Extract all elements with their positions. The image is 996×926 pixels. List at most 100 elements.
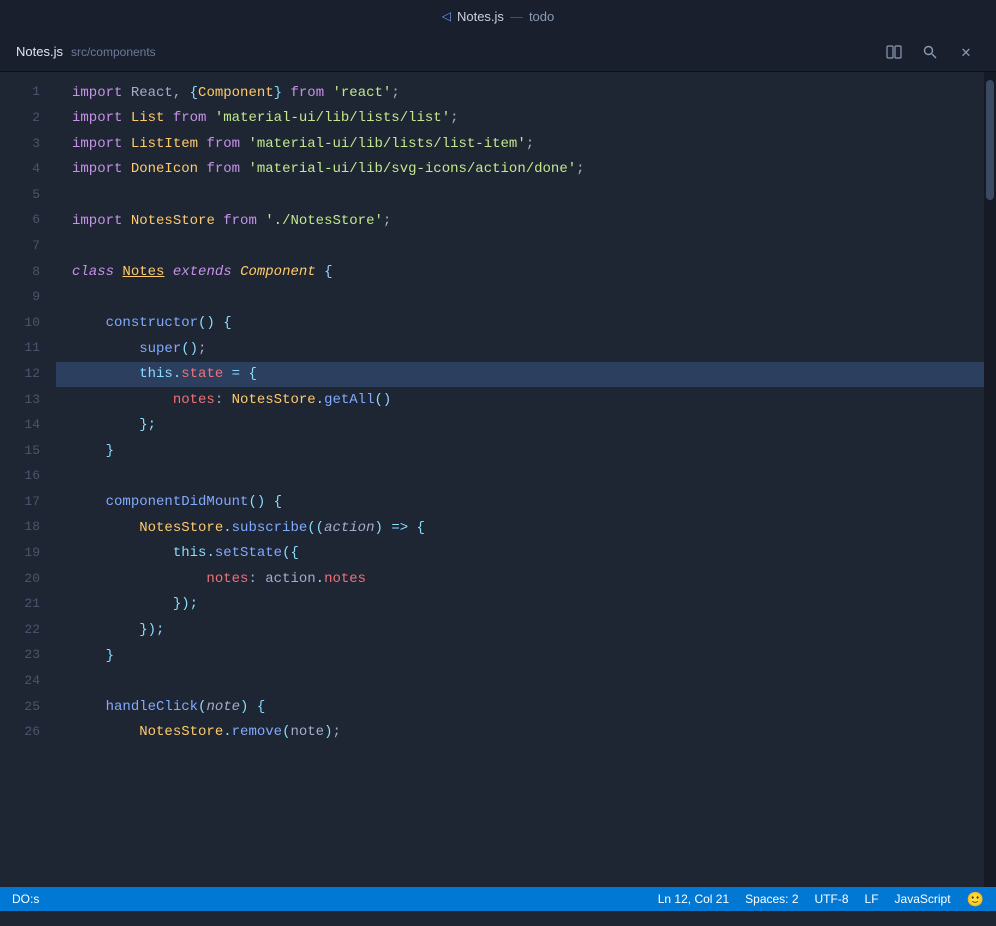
code-token: 'react' xyxy=(333,82,392,104)
code-token: . xyxy=(223,721,231,743)
code-token: ; xyxy=(391,82,399,104)
line-number: 8 xyxy=(0,259,40,285)
code-token: () xyxy=(248,491,265,513)
code-token xyxy=(223,363,231,385)
editor-header: Notes.js src/components ✕ xyxy=(0,32,996,72)
line-number: 6 xyxy=(0,208,40,234)
code-token xyxy=(72,440,106,462)
code-line: import React, {Component} from 'react'; xyxy=(56,80,984,106)
line-number: 13 xyxy=(0,387,40,413)
code-token: NotesStore xyxy=(139,517,223,539)
code-token: . xyxy=(316,389,324,411)
code-token xyxy=(72,363,139,385)
code-token: ListItem xyxy=(131,133,198,155)
code-token: state xyxy=(181,363,223,385)
code-token xyxy=(72,312,106,334)
status-branch: DO:s xyxy=(12,892,39,906)
code-token: { xyxy=(257,696,265,718)
code-line xyxy=(56,464,984,490)
code-line xyxy=(56,182,984,208)
code-token: . xyxy=(316,568,324,590)
code-token: ) xyxy=(375,517,383,539)
code-token: note xyxy=(290,721,324,743)
code-token: { xyxy=(248,363,256,385)
code-token: (( xyxy=(307,517,324,539)
code-token: }; xyxy=(139,414,156,436)
code-token xyxy=(122,133,130,155)
split-editor-button[interactable] xyxy=(880,38,908,66)
status-smiley[interactable]: 🙂 xyxy=(967,891,984,908)
line-numbers: 1234567891011121314151617181920212223242… xyxy=(0,72,56,887)
code-token xyxy=(122,210,130,232)
code-token: NotesStore xyxy=(131,210,215,232)
code-line: notes: NotesStore.getAll() xyxy=(56,387,984,413)
file-tab[interactable]: Notes.js src/components xyxy=(16,44,156,59)
code-token xyxy=(282,82,290,104)
code-token xyxy=(72,517,139,539)
code-line: class Notes extends Component { xyxy=(56,259,984,285)
code-token: subscribe xyxy=(232,517,308,539)
code-token: Component xyxy=(198,82,274,104)
status-language[interactable]: JavaScript xyxy=(895,892,951,906)
search-button[interactable] xyxy=(916,38,944,66)
code-token: . xyxy=(223,517,231,539)
code-token: './NotesStore' xyxy=(265,210,383,232)
code-token: this xyxy=(173,542,207,564)
code-token: () xyxy=(198,312,215,334)
line-number: 5 xyxy=(0,182,40,208)
code-token: from xyxy=(173,107,207,129)
code-token: ( xyxy=(282,721,290,743)
code-token: React, xyxy=(122,82,189,104)
code-line: constructor() { xyxy=(56,310,984,336)
code-line: import ListItem from 'material-ui/lib/li… xyxy=(56,131,984,157)
code-token: ) xyxy=(324,721,332,743)
code-token: ; xyxy=(526,133,534,155)
code-token xyxy=(408,517,416,539)
code-token xyxy=(122,107,130,129)
code-token xyxy=(114,261,122,283)
close-button[interactable]: ✕ xyxy=(952,38,980,66)
code-token xyxy=(72,414,139,436)
code-token: import xyxy=(72,210,122,232)
code-line: handleClick(note) { xyxy=(56,694,984,720)
code-token: Component xyxy=(240,261,316,283)
code-token: } xyxy=(106,440,114,462)
status-encoding[interactable]: UTF-8 xyxy=(815,892,849,906)
header-actions: ✕ xyxy=(880,38,980,66)
code-token: ; xyxy=(332,721,340,743)
code-line: }; xyxy=(56,413,984,439)
scrollbar-thumb[interactable] xyxy=(986,80,994,200)
code-token xyxy=(232,261,240,283)
code-token: this xyxy=(139,363,173,385)
line-number: 1 xyxy=(0,80,40,106)
line-number: 21 xyxy=(0,592,40,618)
code-token: from xyxy=(290,82,324,104)
code-token xyxy=(265,491,273,513)
status-spaces[interactable]: Spaces: 2 xyxy=(745,892,798,906)
scrollbar[interactable] xyxy=(984,72,996,887)
code-token: : xyxy=(215,389,232,411)
code-token: } xyxy=(106,645,114,667)
code-token: . xyxy=(173,363,181,385)
code-token: notes xyxy=(173,389,215,411)
code-token: ; xyxy=(450,107,458,129)
line-number: 17 xyxy=(0,490,40,516)
code-content[interactable]: import React, {Component} from 'react';i… xyxy=(56,72,984,887)
code-token xyxy=(72,491,106,513)
status-line-col[interactable]: Ln 12, Col 21 xyxy=(658,892,729,906)
code-token: { xyxy=(274,491,282,513)
code-token: NotesStore xyxy=(139,721,223,743)
code-token: { xyxy=(324,261,332,283)
code-token: Notes xyxy=(122,261,164,283)
code-token: () xyxy=(375,389,392,411)
code-token: 'material-ui/lib/svg-icons/action/done' xyxy=(248,158,576,180)
line-number: 20 xyxy=(0,566,40,592)
line-number: 23 xyxy=(0,643,40,669)
code-token xyxy=(72,389,173,411)
editor-container: Notes.js src/components ✕ 12345678910111… xyxy=(0,32,996,887)
title-bar-separator: — xyxy=(510,9,523,24)
code-token: constructor xyxy=(106,312,198,334)
status-line-ending[interactable]: LF xyxy=(865,892,879,906)
code-token: import xyxy=(72,133,122,155)
code-token: remove xyxy=(232,721,282,743)
